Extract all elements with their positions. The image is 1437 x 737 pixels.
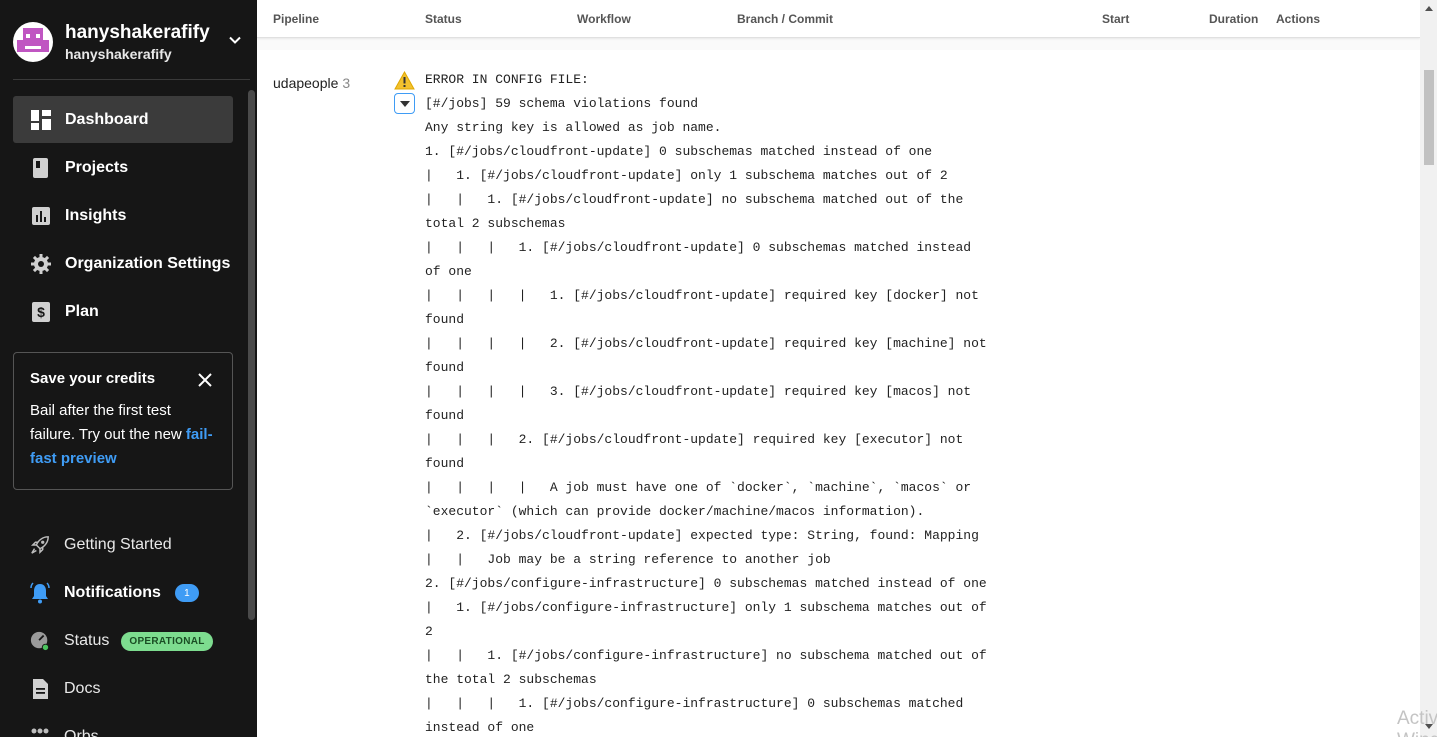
- error-log-line: | | Job may be a string reference to ano…: [425, 552, 831, 567]
- sidebar: hanyshakerafify hanyshakerafify Dashboar…: [0, 0, 257, 737]
- error-log-line: | 1. [#/jobs/cloudfront-update] only 1 s…: [425, 168, 948, 183]
- error-log-line: found: [425, 312, 465, 327]
- org-username: hanyshakerafify: [65, 46, 172, 62]
- sidebar-item-getting-started[interactable]: Getting Started: [30, 530, 172, 560]
- dashboard-icon: [31, 109, 51, 130]
- error-log-line: the total 2 subschemas: [425, 672, 597, 687]
- notification-count-badge: 1: [174, 584, 199, 602]
- error-log-line: found: [425, 408, 465, 423]
- docs-icon: [30, 679, 50, 699]
- sidebar-item-insights[interactable]: Insights: [13, 192, 233, 239]
- project-label: udapeople: [273, 75, 339, 91]
- error-log-line: | 1. [#/jobs/configure-infrastructure] o…: [425, 600, 987, 615]
- error-log-line: found: [425, 456, 465, 471]
- error-log-line: | | 1. [#/jobs/cloudfront-update] no sub…: [425, 192, 964, 207]
- error-log-line: | | | | 1. [#/jobs/cloudfront-update] re…: [425, 288, 979, 303]
- column-status: Status: [425, 12, 462, 26]
- sidebar-item-label: Projects: [65, 158, 129, 176]
- sidebar-scrollbar[interactable]: [248, 90, 255, 620]
- column-workflow: Workflow: [577, 12, 631, 26]
- error-log-line: | | | | 3. [#/jobs/cloudfront-update] re…: [425, 384, 972, 399]
- expand-error-button[interactable]: [394, 93, 415, 114]
- error-log-line: | | | 1. [#/jobs/configure-infrastructur…: [425, 696, 964, 711]
- sidebar-item-projects[interactable]: Projects: [13, 144, 233, 191]
- sidebar-item-plan[interactable]: $ Plan: [13, 288, 233, 335]
- error-log-line: | | | 2. [#/jobs/cloudfront-update] requ…: [425, 432, 964, 447]
- error-log-line: total 2 subschemas: [425, 216, 566, 231]
- error-log-line: instead of one: [425, 720, 535, 735]
- notifications-label: Notifications: [64, 584, 161, 601]
- error-log-line: Any string key is allowed as job name.: [425, 120, 722, 135]
- status-badge: OPERATIONAL: [121, 631, 213, 651]
- bell-icon: [30, 582, 50, 604]
- pipeline-table-header: Pipeline Status Workflow Branch / Commit…: [257, 0, 1420, 38]
- gear-icon: [31, 253, 51, 274]
- close-icon[interactable]: [198, 373, 212, 387]
- error-log-line: 1. [#/jobs/cloudfront-update] 0 subschem…: [425, 144, 933, 159]
- sidebar-item-label: Organization Settings: [65, 254, 231, 272]
- status-label: Status: [64, 632, 110, 649]
- avatar: [13, 22, 53, 62]
- status-gauge-icon: [30, 631, 50, 651]
- column-branch-commit: Branch / Commit: [737, 12, 834, 26]
- column-pipeline: Pipeline: [273, 12, 320, 26]
- sidebar-item-docs[interactable]: Docs: [30, 674, 100, 704]
- docs-label: Docs: [64, 680, 101, 697]
- error-log-line: found: [425, 360, 465, 375]
- save-credits-card: Save your credits Bail after the first t…: [13, 352, 233, 490]
- orbs-label: Orbs: [64, 728, 99, 737]
- dollar-icon: $: [31, 301, 51, 322]
- scrollbar-thumb[interactable]: [1424, 70, 1434, 165]
- sidebar-item-label: Insights: [65, 206, 127, 224]
- warning-icon: [394, 71, 415, 90]
- sidebar-item-notifications[interactable]: Notifications 1: [30, 578, 199, 608]
- column-duration: Duration: [1209, 12, 1259, 26]
- rocket-icon: [30, 535, 50, 555]
- divider: [13, 79, 250, 80]
- sidebar-item-organization-settings[interactable]: Organization Settings: [13, 240, 233, 287]
- sidebar-item-label: Plan: [65, 302, 99, 320]
- main-content: Pipeline Status Workflow Branch / Commit…: [257, 0, 1437, 737]
- getting-started-label: Getting Started: [64, 536, 172, 553]
- project-name[interactable]: udapeople 3: [273, 75, 350, 91]
- chevron-down-icon[interactable]: [227, 32, 243, 48]
- scroll-up-arrow[interactable]: [1425, 6, 1433, 11]
- column-actions: Actions: [1276, 12, 1321, 26]
- error-log-line: | | 1. [#/jobs/configure-infrastructure]…: [425, 648, 987, 663]
- error-log-line: of one: [425, 264, 472, 279]
- credits-body: Bail after the first test failure. Try o…: [30, 399, 216, 471]
- activate-windows-watermark: Activate Windows: [1397, 708, 1437, 737]
- credits-title: Save your credits: [30, 370, 156, 387]
- sidebar-item-status[interactable]: Status OPERATIONAL: [30, 626, 213, 656]
- error-log-line: ERROR IN CONFIG FILE:: [425, 72, 589, 87]
- error-log-line: | | | | A job must have one of `docker`,…: [425, 480, 972, 495]
- error-log-line: | 2. [#/jobs/cloudfront-update] expected…: [425, 528, 979, 543]
- sidebar-item-dashboard[interactable]: Dashboard: [13, 96, 233, 143]
- error-log-line: | | | 1. [#/jobs/cloudfront-update] 0 su…: [425, 240, 972, 255]
- error-log-line: [#/jobs] 59 schema violations found: [425, 96, 699, 111]
- main-scrollbar[interactable]: [1420, 0, 1437, 737]
- sidebar-item-orbs[interactable]: Orbs: [30, 722, 99, 737]
- chevron-down-icon: [399, 100, 410, 107]
- error-log-line: 2: [425, 624, 433, 639]
- error-log-line: `executor` (which can provide docker/mac…: [425, 504, 925, 519]
- insights-icon: [31, 206, 51, 226]
- error-log-line: 2. [#/jobs/configure-infrastructure] 0 s…: [425, 576, 987, 591]
- projects-icon: [31, 157, 51, 178]
- config-error-log: ERROR IN CONFIG FILE: [#/jobs] 59 schema …: [425, 68, 1045, 737]
- credits-text: Bail after the first test failure. Try o…: [30, 402, 182, 443]
- pipeline-row: udapeople 3 ERROR IN CONFIG FILE: [#/jobs]…: [257, 50, 1420, 737]
- orbs-icon: [30, 727, 50, 737]
- app-root: hanyshakerafify hanyshakerafify Dashboar…: [0, 0, 1437, 737]
- svg-text:$: $: [37, 304, 45, 320]
- sidebar-item-label: Dashboard: [65, 110, 149, 128]
- column-start: Start: [1102, 12, 1130, 26]
- org-name: hanyshakerafify: [65, 22, 210, 43]
- org-switcher[interactable]: hanyshakerafify hanyshakerafify: [13, 18, 243, 66]
- error-log-line: | | | | 2. [#/jobs/cloudfront-update] re…: [425, 336, 987, 351]
- pipeline-number: 3: [342, 75, 351, 91]
